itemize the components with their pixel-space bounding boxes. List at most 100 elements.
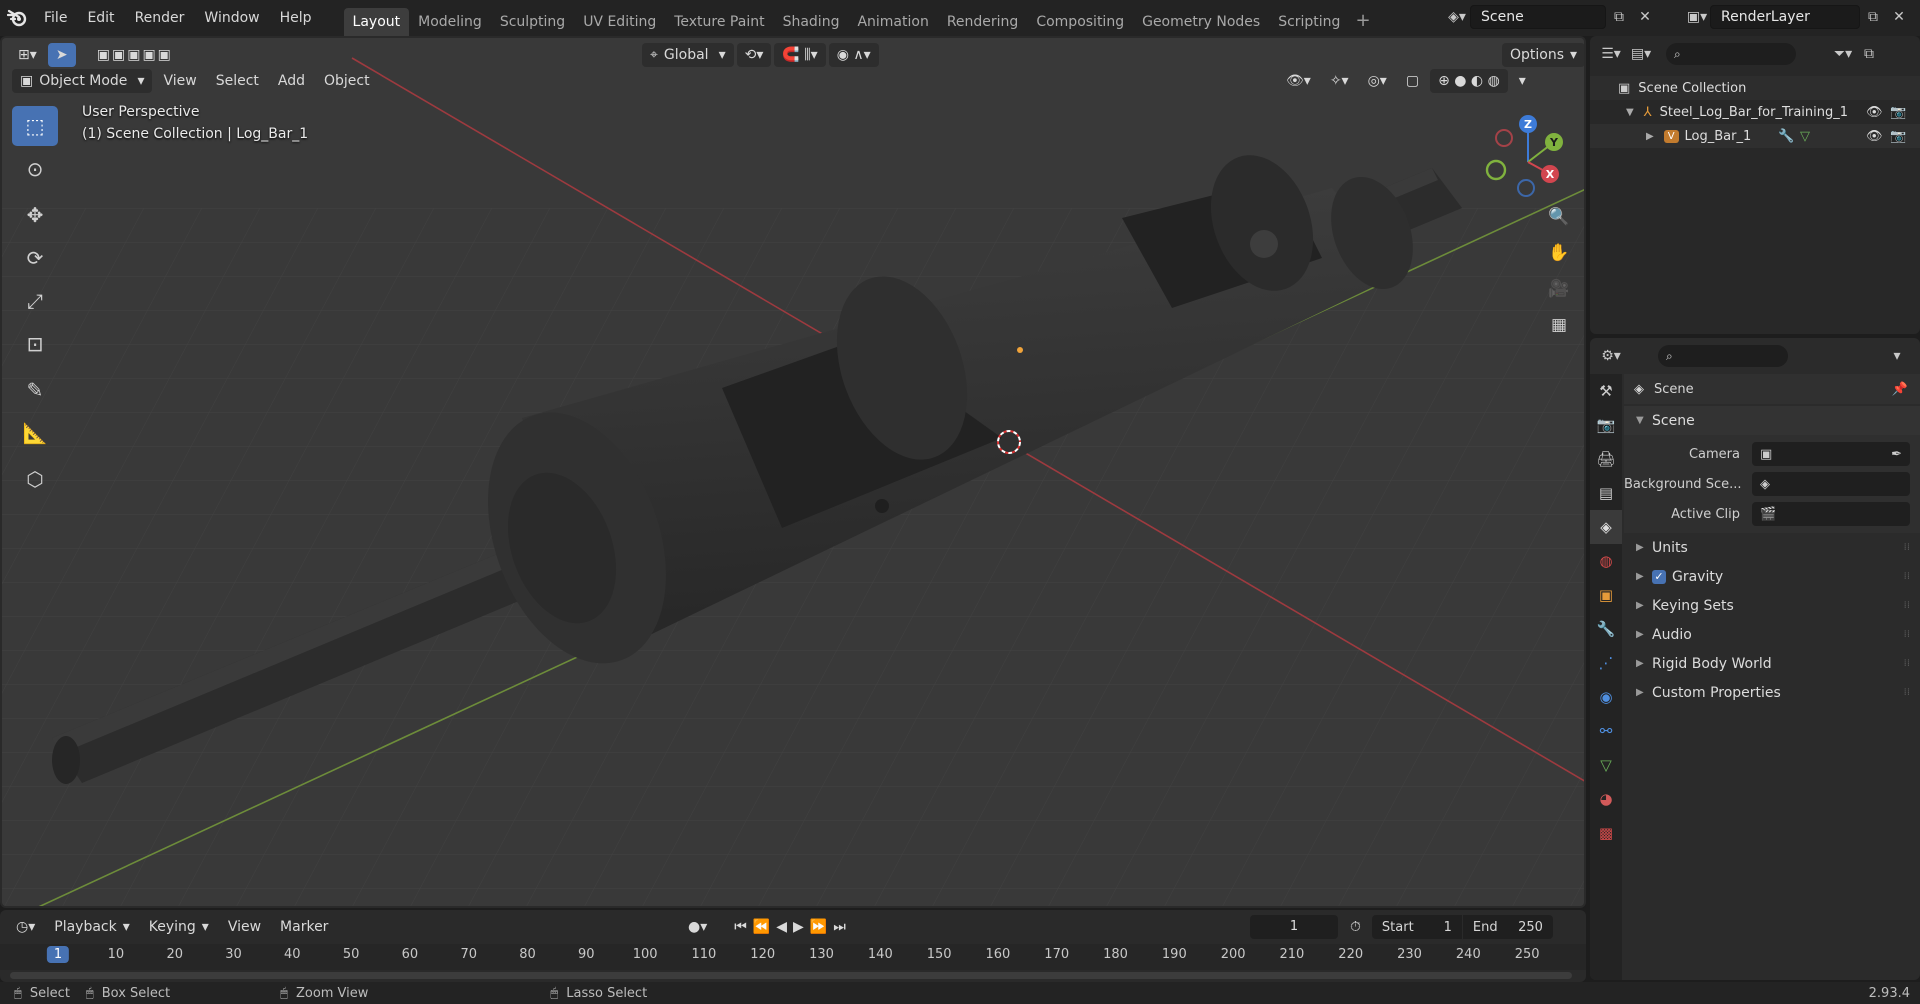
annotate-tool-icon[interactable]: ✎ (12, 370, 58, 410)
rotate-tool-icon[interactable]: ⟳ (12, 238, 58, 278)
filter-icon[interactable]: ⏷▾ (1830, 42, 1856, 66)
audio-panel-header[interactable]: ▶ Audio ⁞⁞ (1624, 620, 1920, 649)
tab-sculpting[interactable]: Sculpting (491, 8, 574, 36)
keying-dropdown[interactable]: Keying ▾ (141, 915, 217, 939)
texture-tab-icon[interactable]: ▩ (1590, 816, 1622, 850)
material-tab-icon[interactable]: ◕ (1590, 782, 1622, 816)
timeline-marker-menu[interactable]: Marker (272, 915, 336, 939)
menu-view[interactable]: View (155, 69, 204, 93)
new-scene-icon[interactable]: ⧉ (1606, 5, 1632, 29)
end-frame-field[interactable]: End 250 (1462, 915, 1553, 939)
use-preview-range-icon[interactable]: ⏱ (1342, 915, 1369, 939)
properties-search-input[interactable]: ⌕ (1658, 345, 1788, 367)
snap-toggle[interactable]: 🧲 ⫼▾ (774, 43, 826, 67)
transform-tool-icon[interactable]: ⊡ (12, 324, 58, 364)
tab-animation[interactable]: Animation (848, 8, 937, 36)
view-layer-field[interactable]: RenderLayer (1710, 5, 1860, 29)
menu-add[interactable]: Add (270, 69, 313, 93)
timeline-view-menu[interactable]: View (220, 915, 269, 939)
gizmo-toggle-icon[interactable]: ✧▾ (1322, 69, 1357, 93)
expand-arrow-icon[interactable]: ▶ (1646, 131, 1654, 142)
scale-tool-icon[interactable]: ⤢ (12, 281, 58, 321)
timeline-editor-type-icon[interactable]: ◷▾ (8, 915, 43, 939)
properties-options-icon[interactable]: ▾ (1884, 344, 1910, 368)
world-tab-icon[interactable]: ◍ (1590, 544, 1622, 578)
visibility-eye-icon[interactable]: 👁 (1866, 129, 1883, 144)
drag-grip-icon[interactable]: ⁞⁞ (1904, 542, 1910, 553)
measure-tool-icon[interactable]: 📐 (12, 413, 58, 453)
camera-field[interactable]: ▣ ✒ (1752, 442, 1910, 466)
blender-logo-icon[interactable] (0, 0, 34, 36)
physics-tab-icon[interactable]: ◉ (1590, 680, 1622, 714)
playback-dropdown[interactable]: Playback ▾ (46, 915, 138, 939)
eyedropper-icon[interactable]: ✒ (1891, 447, 1902, 462)
expand-arrow-icon[interactable]: ▼ (1626, 107, 1634, 118)
drag-grip-icon[interactable]: ⁞⁞ (1904, 571, 1910, 582)
selection-mode-icons[interactable]: ▣▣▣▣▣ (89, 43, 181, 67)
outliner-row-object[interactable]: ▶ V Log_Bar_1 🔧 ▽ 👁 📷 (1590, 124, 1920, 148)
add-workspace-icon[interactable]: + (1355, 10, 1370, 31)
current-frame-field[interactable]: 1 (1250, 915, 1338, 939)
outliner-search-input[interactable]: ⌕ (1666, 43, 1796, 65)
keying-sets-panel-header[interactable]: ▶ Keying Sets ⁞⁞ (1624, 591, 1920, 620)
transform-orientation-dropdown[interactable]: ⌖ Global ▾ (642, 43, 734, 67)
cursor-tool-icon[interactable]: ⊙ (12, 149, 58, 189)
perspective-toggle-icon[interactable]: ▦ (1544, 310, 1574, 340)
render-camera-icon[interactable]: 📷 (1890, 105, 1906, 120)
menu-window[interactable]: Window (194, 0, 269, 36)
drag-grip-icon[interactable]: ⁞⁞ (1904, 629, 1910, 640)
output-tab-icon[interactable]: 🖨 (1590, 442, 1622, 476)
shading-mode-buttons[interactable]: ⊕ ● ◐ ◍ (1430, 69, 1508, 93)
delete-scene-icon[interactable]: ✕ (1632, 5, 1658, 29)
select-tool-icon[interactable]: ➤ (47, 43, 76, 67)
tab-scripting[interactable]: Scripting (1269, 8, 1349, 36)
pin-icon[interactable]: 📌 (1892, 382, 1908, 397)
tab-layout[interactable]: Layout (343, 8, 410, 36)
editor-type-icon[interactable]: ⊞▾ (10, 43, 45, 67)
custom-properties-panel-header[interactable]: ▶ Custom Properties ⁞⁞ (1624, 678, 1920, 707)
visibility-icon[interactable]: 👁▾ (1278, 69, 1319, 93)
timeline-scrollbar[interactable] (10, 972, 1572, 979)
select-box-tool-icon[interactable]: ⬚ (12, 106, 58, 146)
view-layer-tab-icon[interactable]: ▤ (1590, 476, 1622, 510)
new-collection-icon[interactable]: ⧉ (1856, 42, 1882, 66)
rigid-body-panel-header[interactable]: ▶ Rigid Body World ⁞⁞ (1624, 649, 1920, 678)
modifier-tab-icon[interactable]: 🔧 (1590, 612, 1622, 646)
delete-view-layer-icon[interactable]: ✕ (1886, 5, 1912, 29)
options-dropdown[interactable]: Options ▾ (1502, 43, 1584, 67)
pivot-point-dropdown[interactable]: ⟲▾ (736, 43, 772, 67)
data-tab-icon[interactable]: ▽ (1590, 748, 1622, 782)
outliner-row-collection[interactable]: ▼ ⅄ Steel_Log_Bar_for_Training_1 👁 📷 (1590, 100, 1920, 124)
timeline-ruler[interactable]: 1 10 20 30 40 50 60 70 80 90 100 110 120 130 140 150 16… (0, 944, 1586, 970)
visibility-eye-icon[interactable]: 👁 (1866, 105, 1883, 120)
render-tab-icon[interactable]: 📷 (1590, 408, 1622, 442)
constraints-tab-icon[interactable]: ⚯ (1590, 714, 1622, 748)
pan-hand-icon[interactable]: ✋ (1544, 238, 1574, 268)
record-icon[interactable]: ●▾ (680, 915, 715, 939)
tab-modeling[interactable]: Modeling (409, 8, 491, 36)
tab-rendering[interactable]: Rendering (938, 8, 1028, 36)
proportional-edit-toggle[interactable]: ◉ ∧▾ (828, 43, 879, 67)
scene-type-icon[interactable]: ◈▾ (1444, 5, 1470, 29)
particles-tab-icon[interactable]: ⋰ (1590, 646, 1622, 680)
overlay-toggle-icon[interactable]: ◎▾ (1360, 69, 1395, 93)
drag-grip-icon[interactable]: ⁞⁞ (1904, 600, 1910, 611)
drag-grip-icon[interactable]: ⁞⁞ (1904, 658, 1910, 669)
drag-grip-icon[interactable]: ⁞⁞ (1904, 687, 1910, 698)
background-scene-field[interactable]: ◈ (1752, 472, 1910, 496)
scene-name-field[interactable]: Scene (1470, 5, 1606, 29)
scene-tab-icon[interactable]: ◈ (1590, 510, 1622, 544)
properties-editor-type-icon[interactable]: ⚙▾ (1598, 344, 1624, 368)
active-clip-field[interactable]: 🎬 (1752, 502, 1910, 526)
mode-dropdown[interactable]: ▣ Object Mode ▾ (12, 69, 153, 93)
view-layer-type-icon[interactable]: ▣▾ (1684, 5, 1710, 29)
menu-edit[interactable]: Edit (77, 0, 124, 36)
menu-help[interactable]: Help (270, 0, 322, 36)
tab-uv-editing[interactable]: UV Editing (574, 8, 665, 36)
xray-toggle-icon[interactable]: ▢ (1398, 69, 1427, 93)
outliner-editor-type-icon[interactable]: ☰▾ (1598, 42, 1624, 66)
transport-buttons[interactable]: ⏮⏪◀▶⏩⏭ (726, 915, 860, 939)
units-panel-header[interactable]: ▶ Units ⁞⁞ (1624, 533, 1920, 562)
menu-render[interactable]: Render (125, 0, 195, 36)
gravity-panel-header[interactable]: ▶ ✓ Gravity ⁞⁞ (1624, 562, 1920, 591)
